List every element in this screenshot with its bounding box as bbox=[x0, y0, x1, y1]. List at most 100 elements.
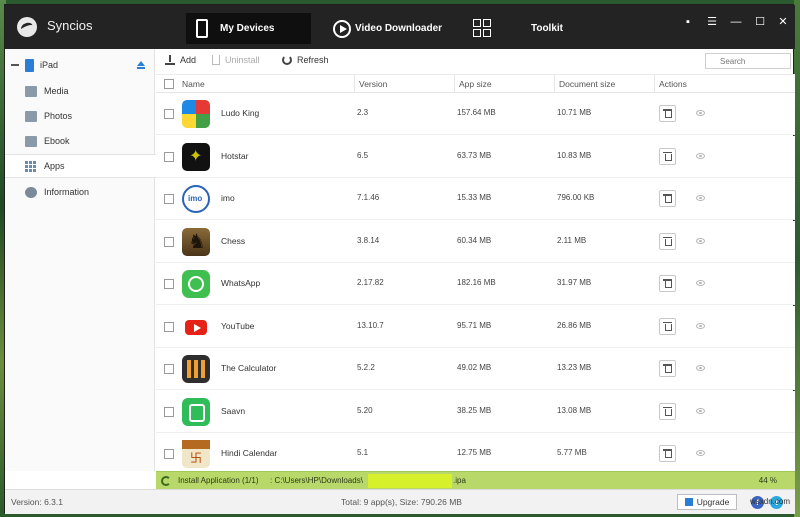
refresh-icon bbox=[282, 55, 292, 65]
syncios-logo-icon bbox=[17, 17, 37, 37]
row-checkbox[interactable] bbox=[164, 449, 174, 459]
close-icon[interactable]: ✕ bbox=[776, 15, 790, 29]
tab-label: My Devices bbox=[220, 23, 275, 34]
eject-icon[interactable] bbox=[137, 61, 145, 69]
table-row[interactable]: YouTube 13.10.7 95.71 MB 26.86 MB bbox=[156, 305, 795, 348]
app-name: WhatsApp bbox=[221, 278, 261, 288]
delete-icon[interactable] bbox=[659, 105, 676, 122]
row-checkbox[interactable] bbox=[164, 109, 174, 119]
select-all-checkbox[interactable] bbox=[164, 79, 174, 89]
sidebar-item-label: Information bbox=[44, 187, 90, 197]
column-version[interactable]: Version bbox=[354, 75, 454, 93]
app-name: The Calculator bbox=[221, 363, 277, 373]
download-icon bbox=[165, 55, 175, 65]
eye-icon[interactable] bbox=[696, 152, 705, 159]
document-size: 13.23 MB bbox=[557, 363, 592, 372]
app-size: 95.71 MB bbox=[457, 320, 492, 330]
minimize-icon[interactable]: — bbox=[729, 15, 743, 29]
tab-toolkit[interactable]: Toolkit bbox=[463, 13, 563, 44]
hindi-calendar-icon bbox=[182, 440, 210, 468]
table-row[interactable]: Chess 3.8.14 60.34 MB 2.11 MB bbox=[156, 220, 795, 263]
document-size: 5.77 MB bbox=[557, 448, 587, 457]
row-checkbox[interactable] bbox=[164, 279, 174, 289]
eye-icon[interactable] bbox=[696, 407, 705, 414]
app-version: 3.8.14 bbox=[357, 235, 380, 245]
row-checkbox[interactable] bbox=[164, 406, 174, 417]
delete-icon[interactable] bbox=[659, 445, 676, 462]
app-version: 2.3 bbox=[357, 108, 369, 117]
row-checkbox[interactable] bbox=[164, 321, 174, 332]
table-row[interactable]: Ludo King 2.3 157.64 MB 10.71 MB bbox=[156, 93, 795, 135]
app-name: YouTube bbox=[221, 320, 255, 331]
table-row[interactable]: Hindi Calendar 5.1 12.75 MB 5.77 MB bbox=[156, 433, 795, 471]
progress-percent: 44 % bbox=[758, 476, 777, 485]
toolbar: Add Uninstall Refresh bbox=[156, 49, 795, 75]
upgrade-icon bbox=[684, 498, 693, 506]
eye-icon[interactable] bbox=[696, 322, 705, 329]
delete-icon[interactable] bbox=[659, 147, 676, 165]
app-version: 5.1 bbox=[357, 448, 369, 457]
table-row[interactable]: The Calculator 5.2.2 49.02 MB 13.23 MB bbox=[156, 348, 795, 390]
eye-icon[interactable] bbox=[696, 365, 705, 371]
table-row[interactable]: Hotstar 6.5 63.73 MB 10.83 MB bbox=[156, 135, 795, 178]
app-version: 5.20 bbox=[357, 405, 373, 415]
collapse-icon[interactable] bbox=[11, 64, 19, 66]
table-row[interactable]: Saavn 5.20 38.25 MB 13.08 MB bbox=[156, 390, 795, 433]
table-row[interactable]: WhatsApp 2.17.82 182.16 MB 31.97 MB bbox=[156, 263, 795, 305]
upgrade-button[interactable]: Upgrade bbox=[677, 494, 737, 510]
sidebar-item-photos[interactable]: Photos bbox=[5, 104, 155, 128]
app-version: 2.17.82 bbox=[357, 278, 384, 287]
menu-icon[interactable]: ☰ bbox=[705, 15, 719, 29]
uninstall-button[interactable]: Uninstall bbox=[212, 55, 260, 65]
app-window: Syncios My Devices Video Downloader Tool… bbox=[4, 4, 795, 514]
delete-icon[interactable] bbox=[659, 402, 676, 420]
eye-icon[interactable] bbox=[696, 237, 705, 244]
app-version: 5.2.2 bbox=[357, 363, 375, 372]
trash-icon bbox=[212, 55, 220, 65]
saavn-icon bbox=[182, 397, 210, 426]
photos-icon bbox=[25, 110, 37, 122]
tab-label: Video Downloader bbox=[355, 23, 443, 34]
tab-label: Toolkit bbox=[530, 23, 563, 34]
device-ipad[interactable]: iPad bbox=[5, 55, 155, 75]
row-checkbox[interactable] bbox=[164, 364, 174, 374]
delete-icon[interactable] bbox=[659, 232, 676, 250]
hotstar-icon bbox=[182, 142, 210, 171]
maximize-icon[interactable]: ☐ bbox=[753, 15, 767, 29]
document-size: 796.00 KB bbox=[557, 193, 595, 202]
ebook-icon bbox=[25, 135, 37, 147]
spinner-icon bbox=[161, 476, 171, 486]
app-title: Syncios bbox=[47, 18, 93, 33]
eye-icon[interactable] bbox=[696, 195, 705, 201]
sidebar-item-apps[interactable]: Apps bbox=[5, 154, 156, 178]
refresh-button[interactable]: Refresh bbox=[282, 55, 329, 65]
column-name[interactable]: Name bbox=[178, 75, 354, 93]
delete-icon[interactable] bbox=[659, 360, 676, 377]
eye-icon[interactable] bbox=[696, 280, 705, 286]
feedback-icon[interactable]: ▪ bbox=[681, 15, 695, 29]
media-icon bbox=[25, 85, 37, 97]
row-checkbox[interactable] bbox=[164, 194, 174, 204]
delete-icon[interactable] bbox=[659, 190, 676, 207]
progress-path: : C:\Users\HP\Downloads\ bbox=[270, 476, 363, 485]
row-checkbox[interactable] bbox=[164, 151, 174, 162]
table-row[interactable]: imo 7.1.46 15.33 MB 796.00 KB bbox=[156, 178, 795, 220]
eye-icon[interactable] bbox=[696, 450, 705, 456]
eye-icon[interactable] bbox=[696, 110, 705, 116]
uninstall-label: Uninstall bbox=[225, 55, 260, 65]
sidebar: iPad Media Photos Ebook Apps Information bbox=[5, 49, 156, 471]
app-version: 7.1.46 bbox=[357, 193, 380, 202]
tab-video-downloader[interactable]: Video Downloader bbox=[329, 13, 449, 44]
tab-my-devices[interactable]: My Devices bbox=[186, 13, 311, 44]
search-input[interactable] bbox=[705, 53, 791, 69]
app-version: 6.5 bbox=[357, 150, 369, 160]
row-checkbox[interactable] bbox=[164, 236, 174, 247]
delete-icon[interactable] bbox=[659, 317, 676, 335]
sidebar-item-information[interactable]: Information bbox=[5, 180, 155, 204]
delete-icon[interactable] bbox=[659, 275, 676, 292]
sidebar-item-ebook[interactable]: Ebook bbox=[5, 129, 155, 153]
sidebar-item-media[interactable]: Media bbox=[5, 79, 155, 103]
add-button[interactable]: Add bbox=[165, 55, 196, 65]
column-document-size[interactable]: Document size bbox=[554, 75, 654, 93]
column-app-size[interactable]: App size bbox=[454, 75, 554, 93]
